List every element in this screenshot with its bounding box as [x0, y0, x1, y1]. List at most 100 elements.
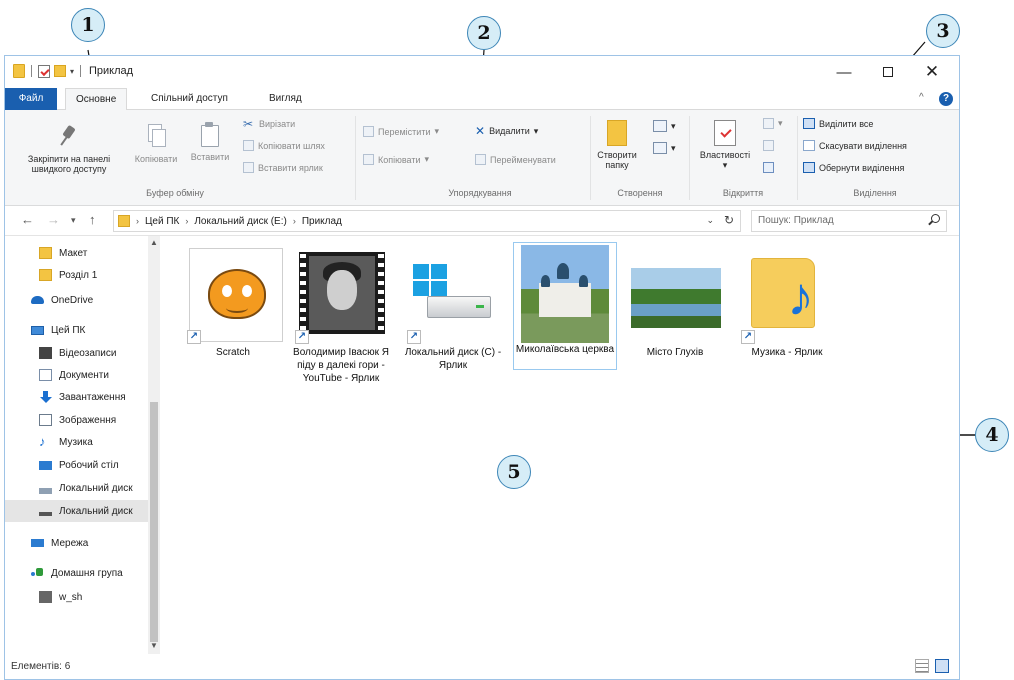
minimize-button[interactable]: —: [823, 60, 865, 84]
ribbon: Закріпити на панелі швидкого доступу Коп…: [5, 110, 959, 206]
file-item-youtube-shortcut[interactable]: ↗ Володимир Івасюк Я піду в далекі гори …: [291, 246, 391, 385]
callout-5: 5: [497, 455, 531, 489]
select-none-label: Скасувати виділення: [819, 140, 907, 151]
nav-item-maket[interactable]: Макет: [5, 242, 148, 264]
cut-button[interactable]: ✂ Вирізати: [243, 118, 295, 130]
music-icon: ♪: [39, 434, 46, 449]
callout-3: 3: [926, 14, 960, 48]
group-separator: [689, 116, 690, 200]
nav-item-this-pc[interactable]: Цей ПК: [5, 319, 148, 341]
large-icons-view-button[interactable]: [935, 659, 949, 673]
nav-item-pictures[interactable]: Зображення: [5, 409, 148, 431]
select-all-button[interactable]: Виділити все: [803, 118, 873, 129]
group-separator: [355, 116, 356, 200]
search-input[interactable]: Пошук: Приклад: [751, 210, 947, 232]
new-item-button[interactable]: ▾: [653, 120, 676, 132]
pin-to-quick-access-button[interactable]: Закріпити на панелі швидкого доступу: [9, 124, 129, 174]
nav-item-user[interactable]: w_sh: [5, 586, 148, 608]
video-thumbnail: ↗: [295, 246, 387, 344]
forward-button[interactable]: →: [47, 212, 60, 227]
nav-item-desktop[interactable]: Робочий стіл: [5, 454, 148, 476]
details-view-button[interactable]: [915, 659, 929, 673]
file-item-music-shortcut[interactable]: ♪ ↗ Музика - Ярлик: [737, 246, 837, 359]
nav-item-local-disk-e[interactable]: Локальний диск: [5, 500, 148, 522]
history-button[interactable]: [763, 162, 774, 173]
open-button[interactable]: ▾: [763, 118, 783, 129]
rename-button[interactable]: Перейменувати: [475, 154, 556, 165]
back-button[interactable]: ←: [21, 212, 34, 227]
paste-shortcut-icon: [243, 162, 254, 173]
separator: [31, 65, 32, 77]
copy-icon: [146, 124, 166, 148]
invert-selection-label: Обернути виділення: [819, 162, 905, 173]
select-all-label: Виділити все: [819, 118, 874, 129]
file-item-church[interactable]: Миколаївська церква: [513, 242, 617, 370]
status-bar: Елементів: 6: [5, 654, 959, 680]
nav-item-network[interactable]: Мережа: [5, 532, 148, 554]
nav-item-music[interactable]: ♪ Музика: [5, 431, 148, 453]
maximize-button[interactable]: [867, 60, 909, 84]
nav-item-section1[interactable]: Розділ 1: [5, 264, 148, 286]
file-label: Локальний диск (C) - Ярлик: [404, 347, 502, 371]
properties-icon[interactable]: [38, 64, 50, 78]
new-folder-icon[interactable]: [54, 65, 66, 77]
easy-access-button[interactable]: ▾: [653, 142, 676, 154]
paste-button[interactable]: Вставити: [185, 122, 235, 162]
customize-toolbar-icon[interactable]: ▾: [70, 67, 74, 76]
breadcrumb-current[interactable]: Приклад: [302, 216, 342, 227]
select-none-button[interactable]: Скасувати виділення: [803, 140, 907, 151]
nav-item-onedrive[interactable]: OneDrive: [5, 289, 148, 311]
help-icon[interactable]: ?: [939, 92, 953, 106]
scratch-logo: [189, 248, 283, 342]
close-button[interactable]: ✕: [911, 60, 953, 84]
copy-button[interactable]: Копіювати: [127, 124, 185, 164]
file-item-disk-c-shortcut[interactable]: ↗ Локальний диск (C) - Ярлик: [403, 246, 503, 372]
address-bar[interactable]: › Цей ПК › Локальний диск (E:) › Приклад…: [113, 210, 741, 232]
breadcrumb-separator[interactable]: ›: [293, 216, 296, 226]
move-to-button[interactable]: Перемістити ▾: [363, 126, 439, 137]
breadcrumb-separator[interactable]: ›: [185, 216, 188, 226]
nav-item-label: Зображення: [59, 414, 117, 426]
copy-to-button[interactable]: Копіювати ▾: [363, 154, 429, 165]
nav-item-documents[interactable]: Документи: [5, 364, 148, 386]
refresh-icon[interactable]: ↻: [724, 213, 734, 227]
ribbon-tabs: Файл Основне Спільний доступ Вигляд ^ ?: [5, 88, 959, 111]
properties-button[interactable]: Властивості ▾: [693, 120, 757, 170]
scroll-down-icon[interactable]: ▼: [150, 641, 158, 650]
nav-item-homegroup[interactable]: Домашня група: [5, 562, 148, 584]
nav-item-videos[interactable]: Відеозаписи: [5, 342, 148, 364]
breadcrumb-local-disk[interactable]: Локальний диск (E:): [194, 216, 286, 227]
tab-home[interactable]: Основне: [65, 88, 128, 111]
nav-item-label: Розділ 1: [59, 269, 98, 281]
folder-icon[interactable]: [13, 64, 25, 78]
search-icon[interactable]: [931, 214, 940, 223]
scrollbar-thumb[interactable]: [150, 402, 158, 642]
address-history-icon[interactable]: ⌄: [706, 215, 714, 226]
recent-locations-button[interactable]: ▾: [71, 215, 76, 226]
city-photo: [631, 268, 721, 328]
delete-button[interactable]: ✕ Видалити ▾: [475, 124, 538, 138]
nav-scrollbar[interactable]: ▲ ▼: [148, 236, 160, 654]
paste-icon: [199, 122, 221, 148]
invert-selection-button[interactable]: Обернути виділення: [803, 162, 904, 173]
homegroup-icon: [31, 567, 44, 579]
tab-view[interactable]: Вигляд: [259, 88, 312, 110]
file-item-scratch[interactable]: ↗ Scratch: [183, 246, 283, 359]
collapse-ribbon-icon[interactable]: ^: [919, 92, 924, 103]
scroll-up-icon[interactable]: ▲: [150, 238, 158, 247]
file-item-hlukhiv[interactable]: Місто Глухів: [625, 246, 725, 359]
breadcrumb-this-pc[interactable]: Цей ПК: [145, 216, 179, 227]
new-folder-button[interactable]: Створити папку: [595, 120, 639, 170]
tab-share[interactable]: Спільний доступ: [141, 88, 238, 110]
nav-item-local-disk-c[interactable]: Локальний диск: [5, 477, 148, 499]
copy-path-button[interactable]: Копіювати шлях: [243, 140, 325, 151]
paste-shortcut-button[interactable]: Вставити ярлик: [243, 162, 323, 173]
nav-item-downloads[interactable]: Завантаження: [5, 386, 148, 408]
up-button[interactable]: ↑: [89, 212, 96, 227]
edit-button[interactable]: [763, 140, 774, 151]
move-to-label: Перемістити: [378, 126, 431, 137]
computer-icon: [31, 325, 44, 335]
tab-file[interactable]: Файл: [5, 88, 57, 110]
shortcut-arrow-icon: ↗: [407, 330, 421, 344]
copy-to-icon: [363, 154, 374, 165]
